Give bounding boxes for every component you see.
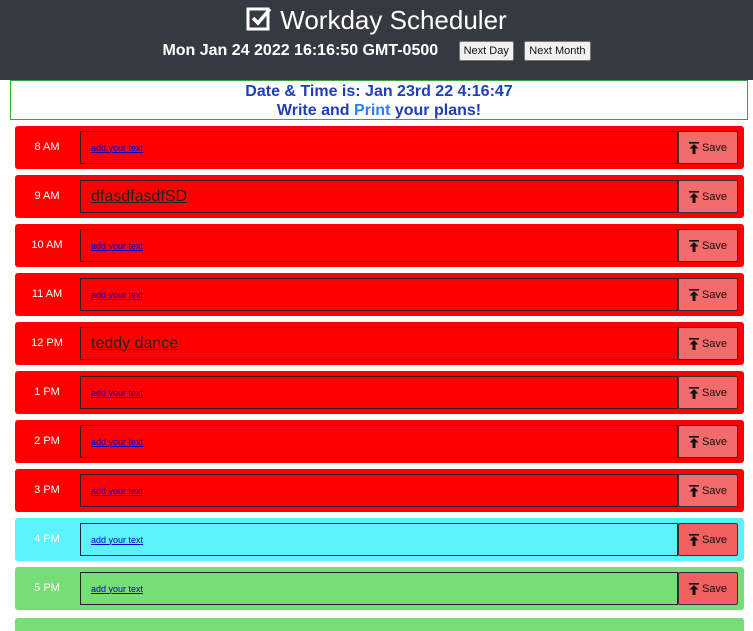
hour-label: 10 AM xyxy=(31,239,63,251)
time-block-row: 5 PM add your text Save xyxy=(15,567,744,610)
app-header: Workday Scheduler Mon Jan 24 2022 16:16:… xyxy=(0,0,753,80)
banner-plans-text: your plans! xyxy=(390,102,482,119)
upload-icon xyxy=(688,288,699,301)
checkbox-icon xyxy=(246,7,272,31)
save-label: Save xyxy=(701,337,728,350)
hour-label: 4 PM xyxy=(34,533,60,545)
event-textarea[interactable]: add your text xyxy=(80,229,678,262)
page-title: Workday Scheduler xyxy=(0,4,753,36)
save-button[interactable]: Save xyxy=(678,131,738,164)
event-text: add your text xyxy=(91,436,144,447)
time-block-partial xyxy=(15,618,744,631)
current-datetime: Mon Jan 24 2022 16:16:50 GMT-0500 xyxy=(162,42,439,59)
save-button[interactable]: Save xyxy=(678,278,738,311)
hour-label: 8 AM xyxy=(34,141,60,153)
event-text: add your text xyxy=(91,534,144,545)
hour-label: 11 AM xyxy=(31,288,63,300)
event-textarea[interactable]: add your text xyxy=(80,425,678,458)
save-button[interactable]: Save xyxy=(678,523,738,556)
event-text: add your text xyxy=(91,289,144,300)
event-text: add your text xyxy=(91,485,144,496)
banner-write-text: Write and xyxy=(276,102,354,119)
event-textarea[interactable]: add your text xyxy=(80,376,678,409)
upload-icon xyxy=(688,386,699,399)
save-button[interactable]: Save xyxy=(678,180,738,213)
app-title: Workday Scheduler xyxy=(280,5,507,35)
upload-icon xyxy=(688,337,699,350)
save-label: Save xyxy=(701,190,728,203)
save-button[interactable]: Save xyxy=(678,425,738,458)
upload-icon xyxy=(688,239,699,252)
upload-icon xyxy=(688,435,699,448)
hour-label: 5 PM xyxy=(34,582,60,594)
save-label: Save xyxy=(701,288,728,301)
time-block-row: 2 PM add your text Save xyxy=(15,420,744,463)
time-block-row: 4 PM add your text Save xyxy=(15,518,744,561)
date-bar: Mon Jan 24 2022 16:16:50 GMT-0500 Next D… xyxy=(0,38,753,64)
event-text: add your text xyxy=(91,583,144,594)
event-text: teddy dance xyxy=(91,334,179,352)
save-label: Save xyxy=(701,141,728,154)
save-label: Save xyxy=(701,435,728,448)
event-textarea[interactable]: add your text xyxy=(80,474,678,507)
upload-icon xyxy=(688,190,699,203)
save-button[interactable]: Save xyxy=(678,327,738,360)
hour-label: 1 PM xyxy=(34,386,60,398)
upload-icon xyxy=(688,141,699,154)
save-label: Save xyxy=(701,582,728,595)
event-text: add your text xyxy=(91,142,144,153)
save-button[interactable]: Save xyxy=(678,376,738,409)
banner-datetime: Date & Time is: Jan 23rd 22 4:16:47 xyxy=(245,83,513,100)
save-label: Save xyxy=(701,533,728,546)
next-month-button[interactable]: Next Month xyxy=(524,41,591,61)
upload-icon xyxy=(688,484,699,497)
time-block-row: 9 AM dfasdfasdfSD Save xyxy=(15,175,744,218)
time-block-row: 8 AM add your text Save xyxy=(15,126,744,169)
banner-instructions: Write and Print your plans! xyxy=(11,101,747,120)
event-textarea[interactable]: add your text xyxy=(80,523,678,556)
hour-label: 3 PM xyxy=(34,484,60,496)
event-text: add your text xyxy=(91,387,144,398)
save-label: Save xyxy=(701,484,728,497)
upload-icon xyxy=(688,533,699,546)
time-block-row: 1 PM add your text Save xyxy=(15,371,744,414)
save-label: Save xyxy=(701,386,728,399)
print-link[interactable]: Print xyxy=(354,102,390,119)
save-button[interactable]: Save xyxy=(678,572,738,605)
time-block-list: 8 AM add your text Save 9 AM dfasdfasdfSD Sav… xyxy=(15,126,744,616)
save-button[interactable]: Save xyxy=(678,229,738,262)
event-textarea[interactable]: add your text xyxy=(80,278,678,311)
event-text: dfasdfasdfSD xyxy=(91,187,188,205)
save-button[interactable]: Save xyxy=(678,474,738,507)
event-textarea[interactable]: add your text xyxy=(80,131,678,164)
next-day-button[interactable]: Next Day xyxy=(458,41,514,61)
upload-icon xyxy=(688,582,699,595)
hour-label: 12 PM xyxy=(31,337,63,349)
save-label: Save xyxy=(701,239,728,252)
hour-label: 9 AM xyxy=(34,190,60,202)
info-banner: Date & Time is: Jan 23rd 22 4:16:47 Writ… xyxy=(10,80,748,120)
event-textarea[interactable]: teddy dance xyxy=(80,327,678,360)
event-textarea[interactable]: add your text xyxy=(80,572,678,605)
event-text: add your text xyxy=(91,240,144,251)
hour-label: 2 PM xyxy=(34,435,60,447)
time-block-row: 11 AM add your text Save xyxy=(15,273,744,316)
time-block-row: 12 PM teddy dance Save xyxy=(15,322,744,365)
time-block-row: 3 PM add your text Save xyxy=(15,469,744,512)
time-block-row: 10 AM add your text Save xyxy=(15,224,744,267)
event-textarea[interactable]: dfasdfasdfSD xyxy=(80,180,678,213)
